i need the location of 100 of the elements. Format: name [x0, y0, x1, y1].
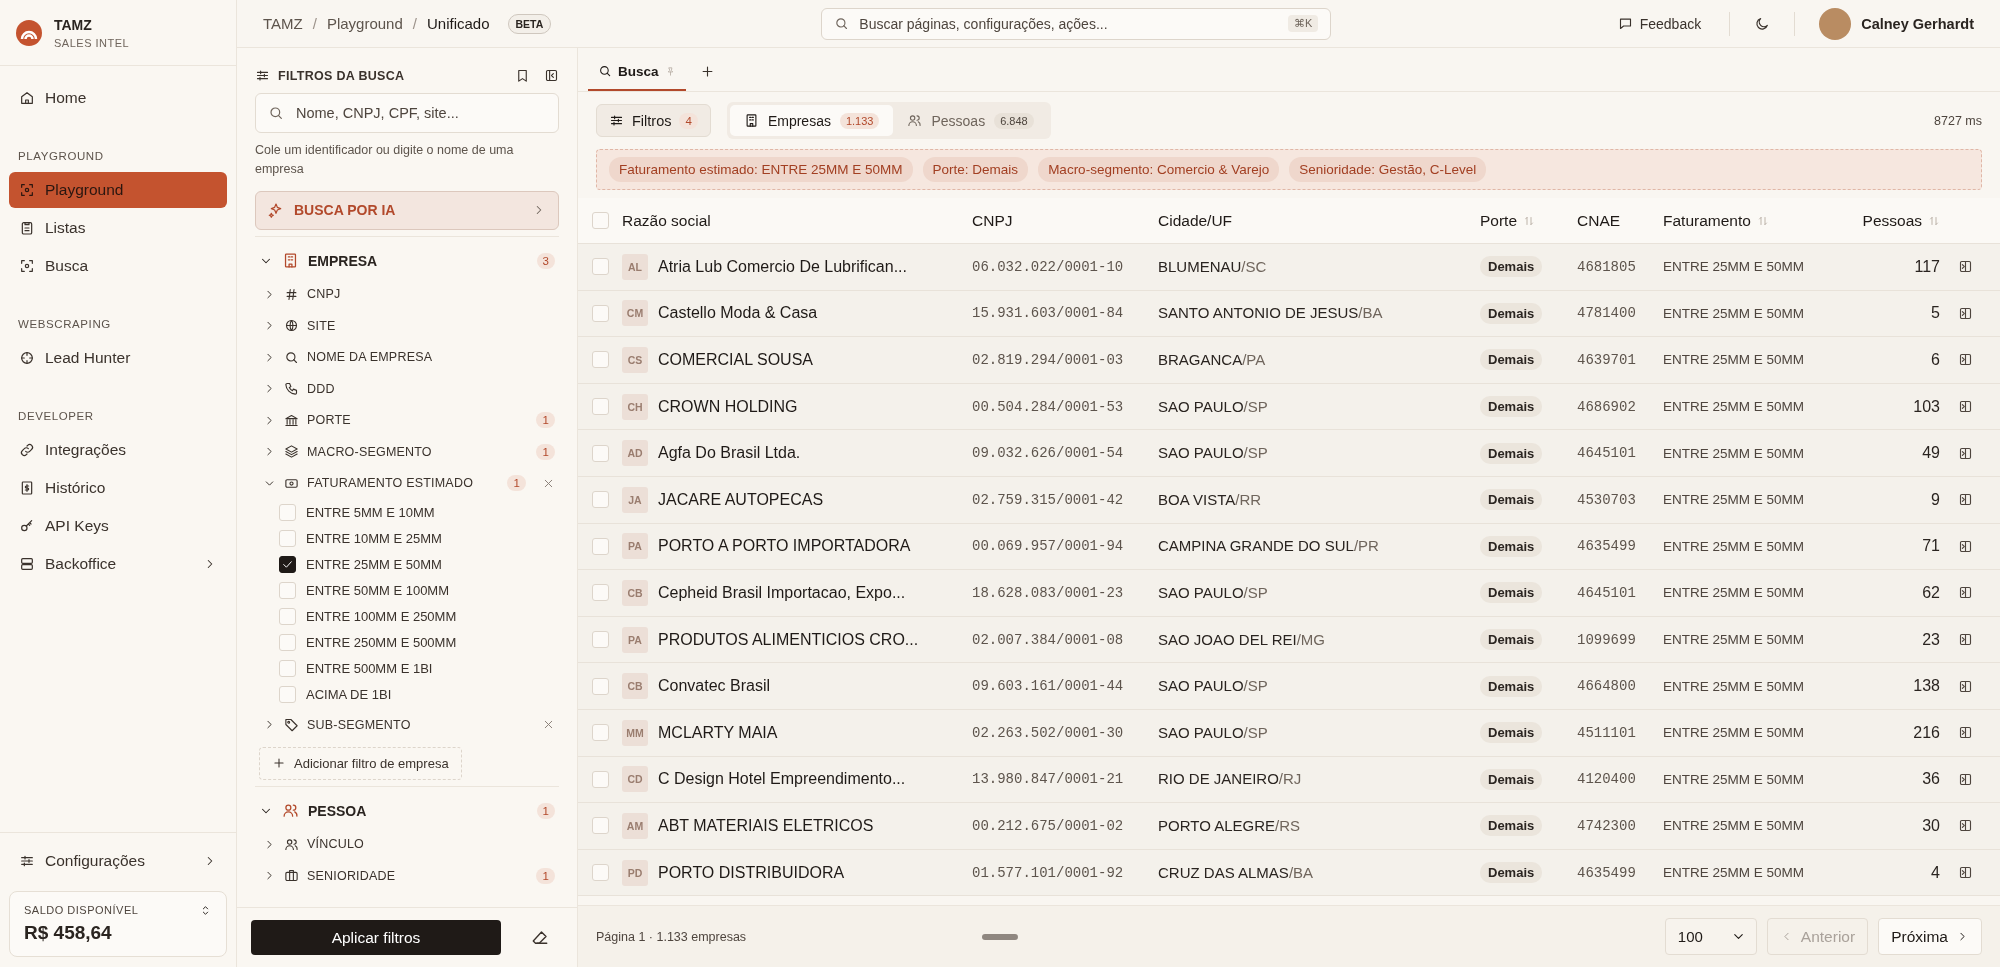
filter-chip[interactable]: Faturamento estimado: ENTRE 25MM E 50MM [609, 157, 913, 182]
user-name[interactable]: Calney Gerhardt [1861, 15, 1974, 32]
checkbox[interactable] [279, 555, 296, 573]
company-name[interactable]: CROWN HOLDING [658, 397, 798, 416]
revenue-cell-text: ENTRE 25MM E 50MM [1663, 771, 1806, 787]
filter-option[interactable]: ENTRE 10MM E 25MM [279, 525, 559, 551]
state-cell: /BA [1358, 304, 1383, 322]
filter-item[interactable]: CNPJ [255, 278, 559, 310]
filter-item[interactable]: SENIORIDADE 1 [255, 860, 559, 892]
row-checkbox[interactable] [591, 398, 609, 416]
company-name[interactable]: JACARE AUTOPECAS [658, 490, 824, 509]
page-size-select[interactable]: 100 [1664, 918, 1757, 955]
filter-item[interactable]: MACRO-SEGMENTO 1 [255, 436, 559, 468]
company-name[interactable]: Convatec Brasil [658, 677, 771, 696]
tab[interactable]: Busca [588, 53, 686, 91]
sliders-icon [609, 113, 624, 128]
company-name[interactable]: PORTO DISTRIBUIDORA [658, 863, 845, 882]
row-checkbox[interactable] [591, 817, 609, 835]
company-name[interactable]: ABT MATERIAIS ELETRICOS [658, 816, 874, 835]
nav-item[interactable]: Busca [9, 248, 227, 284]
filter-item[interactable]: FATURAMENTO ESTIMADO 1 [255, 467, 559, 499]
breadcrumb-link[interactable]: TAMZ [263, 15, 303, 32]
collapse-panel-icon[interactable] [544, 68, 559, 83]
row-checkbox[interactable] [591, 770, 609, 788]
bookmark-icon[interactable] [515, 68, 530, 83]
filter-option[interactable]: ENTRE 250MM E 500MM [279, 629, 559, 655]
global-search-bar[interactable]: Buscar páginas, configurações, ações... ⌘K [821, 7, 1332, 40]
next-page-button[interactable]: Próxima [1878, 918, 1982, 955]
breadcrumb-link[interactable]: Playground [326, 15, 403, 32]
filter-group-header[interactable]: EMPRESA 3 [255, 242, 559, 279]
row-checkbox[interactable] [591, 537, 609, 555]
filter-search-field[interactable]: Nome, CNPJ, CPF, site... [294, 94, 546, 132]
row-checkbox[interactable] [591, 584, 609, 602]
filter-item[interactable]: VÍNCULO [255, 828, 559, 860]
filter-chip[interactable]: Porte: Demais [922, 157, 1029, 182]
filter-chip[interactable]: Senioridade: Gestão, C-Level [1289, 157, 1487, 182]
plus-icon [272, 756, 286, 770]
row-checkbox[interactable] [591, 491, 609, 509]
company-name[interactable]: MCLARTY MAIA [658, 723, 778, 742]
filter-option[interactable]: ENTRE 500MM E 1BI [279, 655, 559, 681]
company-name[interactable]: COMERCIAL SOUSA [658, 351, 813, 369]
filter-chip[interactable]: Macro-segmento: Comercio & Varejo [1038, 157, 1280, 182]
row-checkbox[interactable] [591, 304, 609, 322]
user-avatar[interactable] [1819, 7, 1852, 40]
nav-item[interactable]: Backoffice [9, 546, 227, 582]
filter-group-header[interactable]: PESSOA 1 [255, 792, 559, 829]
company-name[interactable]: Atria Lub Comercio De Lubrifican... [658, 257, 907, 276]
row-checkbox[interactable] [591, 351, 609, 369]
row-checkbox[interactable] [591, 258, 609, 276]
column-header[interactable]: Porte [1480, 211, 1577, 230]
filter-item[interactable]: DDD [255, 373, 559, 405]
nav-item[interactable]: API Keys [9, 508, 227, 544]
filter-option[interactable]: ENTRE 100MM E 250MM [279, 603, 559, 629]
row-checkbox[interactable] [591, 677, 609, 695]
row-checkbox[interactable] [591, 724, 609, 742]
filters-button[interactable]: Filtros 4 [596, 104, 711, 137]
filter-item[interactable]: SITE [255, 310, 559, 342]
nav-item[interactable]: Home [9, 80, 227, 116]
filter-item[interactable]: PORTE 1 [255, 404, 559, 436]
row-checkbox[interactable] [591, 631, 609, 649]
ai-search-button[interactable]: BUSCA POR IA [255, 190, 559, 230]
nav-item[interactable]: Playground [9, 172, 227, 208]
settings-item[interactable]: Configurações [9, 843, 227, 879]
nav-item[interactable]: Histórico [9, 470, 227, 506]
company-name[interactable]: PRODUTOS ALIMENTICIOS CRO... [658, 630, 919, 649]
segment-tab[interactable]: Pessoas 6.848 [893, 105, 1048, 136]
segment-tab[interactable]: Empresas 1.133 [729, 105, 894, 136]
cnpj-cell-text: 00.069.957/0001-94 [972, 538, 1125, 555]
column-header[interactable]: Faturamento [1663, 211, 1855, 230]
cnae-cell-text: 4635499 [1577, 538, 1637, 555]
filter-option[interactable]: ENTRE 50MM E 100MM [279, 577, 559, 603]
feedback-button[interactable]: Feedback [1599, 11, 1720, 36]
filter-search-bar[interactable]: Nome, CNPJ, CPF, site... [255, 93, 559, 133]
nav-item[interactable]: Listas [9, 210, 227, 246]
add-filter-button[interactable]: Adicionar filtro de empresa [259, 746, 462, 780]
filter-option[interactable]: ACIMA DE 1BI [279, 681, 559, 707]
people-count: 30 [1921, 816, 1940, 835]
company-name[interactable]: C Design Hotel Empreendimento... [658, 770, 906, 789]
count-badge: 1 [507, 475, 526, 492]
company-name[interactable]: Castello Moda & Casa [658, 304, 818, 323]
select-all-checkbox[interactable] [591, 212, 609, 229]
nav-item[interactable]: Lead Hunter [9, 340, 227, 376]
company-name[interactable]: Cepheid Brasil Importacao, Expo... [658, 583, 906, 602]
global-search-field[interactable]: Buscar páginas, configurações, ações... [857, 8, 1280, 39]
balance-card[interactable]: SALDO DISPONÍVEL R$ 458,64 [9, 891, 227, 957]
row-checkbox[interactable] [591, 864, 609, 881]
filter-item[interactable]: SUB-SEGMENTO [255, 709, 559, 741]
company-initials: PA [622, 626, 648, 653]
company-name[interactable]: Agfa Do Brasil Ltda. [658, 444, 801, 463]
nav-item[interactable]: Integrações [9, 432, 227, 468]
company-name[interactable]: PORTO A PORTO IMPORTADORA [658, 537, 911, 556]
size-badge: Demais [1480, 815, 1543, 837]
resize-handle[interactable] [982, 934, 1018, 940]
filter-option[interactable]: ENTRE 25MM E 50MM [279, 551, 559, 577]
column-header[interactable]: Pessoas [1855, 211, 1940, 230]
breadcrumb-link[interactable]: Unificado [426, 15, 490, 32]
filter-item[interactable]: NOME DA EMPRESA [255, 341, 559, 373]
row-checkbox[interactable] [591, 444, 609, 462]
filter-option[interactable]: ENTRE 5MM E 10MM [279, 499, 559, 525]
apply-filters-button[interactable]: Aplicar filtros [251, 920, 501, 955]
